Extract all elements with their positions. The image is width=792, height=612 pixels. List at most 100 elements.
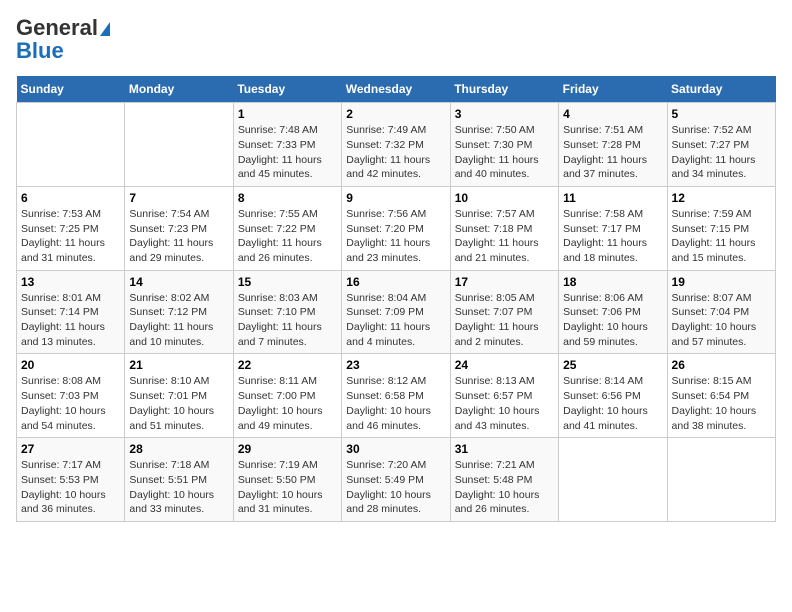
- day-info: Sunrise: 8:14 AM Sunset: 6:56 PM Dayligh…: [563, 374, 662, 433]
- day-info: Sunrise: 8:11 AM Sunset: 7:00 PM Dayligh…: [238, 374, 337, 433]
- calendar-cell: 24Sunrise: 8:13 AM Sunset: 6:57 PM Dayli…: [450, 354, 558, 438]
- day-number: 29: [238, 442, 337, 456]
- day-info: Sunrise: 7:54 AM Sunset: 7:23 PM Dayligh…: [129, 207, 228, 266]
- day-header-tuesday: Tuesday: [233, 76, 341, 103]
- calendar-cell: 22 Sunrise: 8:11 AM Sunset: 7:00 PM Dayli…: [233, 354, 341, 438]
- day-number: 18: [563, 275, 662, 289]
- day-number: 3: [455, 107, 554, 121]
- day-header-wednesday: Wednesday: [342, 76, 450, 103]
- day-info: Sunrise: 8:03 AM Sunset: 7:10 PM Dayligh…: [238, 291, 337, 350]
- day-number: 31: [455, 442, 554, 456]
- calendar-cell: 10Sunrise: 7:57 AM Sunset: 7:18 PM Dayli…: [450, 186, 558, 270]
- day-number: 7: [129, 191, 228, 205]
- calendar-cell: [667, 438, 775, 522]
- calendar-table: SundayMondayTuesdayWednesdayThursdayFrid…: [16, 76, 776, 522]
- day-info: Sunrise: 7:21 AM Sunset: 5:48 PM Dayligh…: [455, 458, 554, 517]
- day-number: 12: [672, 191, 771, 205]
- day-number: 20: [21, 358, 120, 372]
- calendar-cell: 18 Sunrise: 8:06 AM Sunset: 7:06 PM Dayli…: [559, 270, 667, 354]
- day-number: 23: [346, 358, 445, 372]
- calendar-week-2: 6Sunrise: 7:53 AM Sunset: 7:25 PM Daylig…: [17, 186, 776, 270]
- calendar-week-3: 13Sunrise: 8:01 AM Sunset: 7:14 PM Dayli…: [17, 270, 776, 354]
- calendar-cell: 28Sunrise: 7:18 AM Sunset: 5:51 PM Dayli…: [125, 438, 233, 522]
- day-info: Sunrise: 8:12 AM Sunset: 6:58 PM Dayligh…: [346, 374, 445, 433]
- day-number: 6: [21, 191, 120, 205]
- calendar-cell: 1Sunrise: 7:48 AM Sunset: 7:33 PM Daylig…: [233, 103, 341, 187]
- logo-blue: Blue: [16, 38, 64, 64]
- calendar-cell: 4 Sunrise: 7:51 AM Sunset: 7:28 PM Daylig…: [559, 103, 667, 187]
- day-number: 11: [563, 191, 662, 205]
- calendar-cell: 7 Sunrise: 7:54 AM Sunset: 7:23 PM Daylig…: [125, 186, 233, 270]
- calendar-week-1: 1Sunrise: 7:48 AM Sunset: 7:33 PM Daylig…: [17, 103, 776, 187]
- day-number: 28: [129, 442, 228, 456]
- day-info: Sunrise: 7:58 AM Sunset: 7:17 PM Dayligh…: [563, 207, 662, 266]
- calendar-cell: 6Sunrise: 7:53 AM Sunset: 7:25 PM Daylig…: [17, 186, 125, 270]
- day-header-friday: Friday: [559, 76, 667, 103]
- calendar-cell: 15Sunrise: 8:03 AM Sunset: 7:10 PM Dayli…: [233, 270, 341, 354]
- calendar-cell: 2 Sunrise: 7:49 AM Sunset: 7:32 PM Daylig…: [342, 103, 450, 187]
- day-info: Sunrise: 7:19 AM Sunset: 5:50 PM Dayligh…: [238, 458, 337, 517]
- calendar-cell: [559, 438, 667, 522]
- calendar-week-4: 20 Sunrise: 8:08 AM Sunset: 7:03 PM Dayli…: [17, 354, 776, 438]
- day-info: Sunrise: 8:04 AM Sunset: 7:09 PM Dayligh…: [346, 291, 445, 350]
- page-header: General Blue: [16, 16, 776, 64]
- day-number: 26: [672, 358, 771, 372]
- day-number: 16: [346, 275, 445, 289]
- day-info: Sunrise: 7:50 AM Sunset: 7:30 PM Dayligh…: [455, 123, 554, 182]
- day-number: 22: [238, 358, 337, 372]
- day-number: 5: [672, 107, 771, 121]
- day-number: 25: [563, 358, 662, 372]
- calendar-cell: 17Sunrise: 8:05 AM Sunset: 7:07 PM Dayli…: [450, 270, 558, 354]
- calendar-cell: 31 Sunrise: 7:21 AM Sunset: 5:48 PM Dayli…: [450, 438, 558, 522]
- day-info: Sunrise: 7:57 AM Sunset: 7:18 PM Dayligh…: [455, 207, 554, 266]
- calendar-cell: 5 Sunrise: 7:52 AM Sunset: 7:27 PM Daylig…: [667, 103, 775, 187]
- logo-text: General: [16, 16, 110, 40]
- calendar-cell: 26 Sunrise: 8:15 AM Sunset: 6:54 PM Dayli…: [667, 354, 775, 438]
- calendar-cell: 23 Sunrise: 8:12 AM Sunset: 6:58 PM Dayli…: [342, 354, 450, 438]
- day-info: Sunrise: 7:49 AM Sunset: 7:32 PM Dayligh…: [346, 123, 445, 182]
- day-header-saturday: Saturday: [667, 76, 775, 103]
- calendar-cell: 8 Sunrise: 7:55 AM Sunset: 7:22 PM Daylig…: [233, 186, 341, 270]
- day-info: Sunrise: 7:52 AM Sunset: 7:27 PM Dayligh…: [672, 123, 771, 182]
- day-number: 19: [672, 275, 771, 289]
- calendar-cell: 11 Sunrise: 7:58 AM Sunset: 7:17 PM Dayli…: [559, 186, 667, 270]
- day-info: Sunrise: 8:06 AM Sunset: 7:06 PM Dayligh…: [563, 291, 662, 350]
- day-info: Sunrise: 7:55 AM Sunset: 7:22 PM Dayligh…: [238, 207, 337, 266]
- day-number: 13: [21, 275, 120, 289]
- calendar-header-row: SundayMondayTuesdayWednesdayThursdayFrid…: [17, 76, 776, 103]
- day-info: Sunrise: 8:10 AM Sunset: 7:01 PM Dayligh…: [129, 374, 228, 433]
- day-header-sunday: Sunday: [17, 76, 125, 103]
- day-info: Sunrise: 7:17 AM Sunset: 5:53 PM Dayligh…: [21, 458, 120, 517]
- calendar-cell: 16 Sunrise: 8:04 AM Sunset: 7:09 PM Dayli…: [342, 270, 450, 354]
- logo: General Blue: [16, 16, 110, 64]
- day-number: 2: [346, 107, 445, 121]
- day-info: Sunrise: 8:05 AM Sunset: 7:07 PM Dayligh…: [455, 291, 554, 350]
- day-header-monday: Monday: [125, 76, 233, 103]
- calendar-cell: 25 Sunrise: 8:14 AM Sunset: 6:56 PM Dayli…: [559, 354, 667, 438]
- day-info: Sunrise: 7:51 AM Sunset: 7:28 PM Dayligh…: [563, 123, 662, 182]
- day-number: 8: [238, 191, 337, 205]
- day-info: Sunrise: 8:15 AM Sunset: 6:54 PM Dayligh…: [672, 374, 771, 433]
- day-info: Sunrise: 8:08 AM Sunset: 7:03 PM Dayligh…: [21, 374, 120, 433]
- calendar-cell: [17, 103, 125, 187]
- day-info: Sunrise: 8:07 AM Sunset: 7:04 PM Dayligh…: [672, 291, 771, 350]
- calendar-cell: 13Sunrise: 8:01 AM Sunset: 7:14 PM Dayli…: [17, 270, 125, 354]
- day-number: 27: [21, 442, 120, 456]
- calendar-cell: 21 Sunrise: 8:10 AM Sunset: 7:01 PM Dayli…: [125, 354, 233, 438]
- calendar-cell: 20 Sunrise: 8:08 AM Sunset: 7:03 PM Dayli…: [17, 354, 125, 438]
- calendar-week-5: 27 Sunrise: 7:17 AM Sunset: 5:53 PM Dayli…: [17, 438, 776, 522]
- calendar-cell: 27 Sunrise: 7:17 AM Sunset: 5:53 PM Dayli…: [17, 438, 125, 522]
- calendar-cell: [125, 103, 233, 187]
- day-number: 4: [563, 107, 662, 121]
- day-info: Sunrise: 7:56 AM Sunset: 7:20 PM Dayligh…: [346, 207, 445, 266]
- day-number: 24: [455, 358, 554, 372]
- day-info: Sunrise: 7:48 AM Sunset: 7:33 PM Dayligh…: [238, 123, 337, 182]
- day-info: Sunrise: 7:20 AM Sunset: 5:49 PM Dayligh…: [346, 458, 445, 517]
- calendar-cell: 30Sunrise: 7:20 AM Sunset: 5:49 PM Dayli…: [342, 438, 450, 522]
- day-info: Sunrise: 8:02 AM Sunset: 7:12 PM Dayligh…: [129, 291, 228, 350]
- calendar-cell: 12 Sunrise: 7:59 AM Sunset: 7:15 PM Dayli…: [667, 186, 775, 270]
- day-info: Sunrise: 7:59 AM Sunset: 7:15 PM Dayligh…: [672, 207, 771, 266]
- day-number: 21: [129, 358, 228, 372]
- calendar-cell: 3 Sunrise: 7:50 AM Sunset: 7:30 PM Daylig…: [450, 103, 558, 187]
- calendar-cell: 14Sunrise: 8:02 AM Sunset: 7:12 PM Dayli…: [125, 270, 233, 354]
